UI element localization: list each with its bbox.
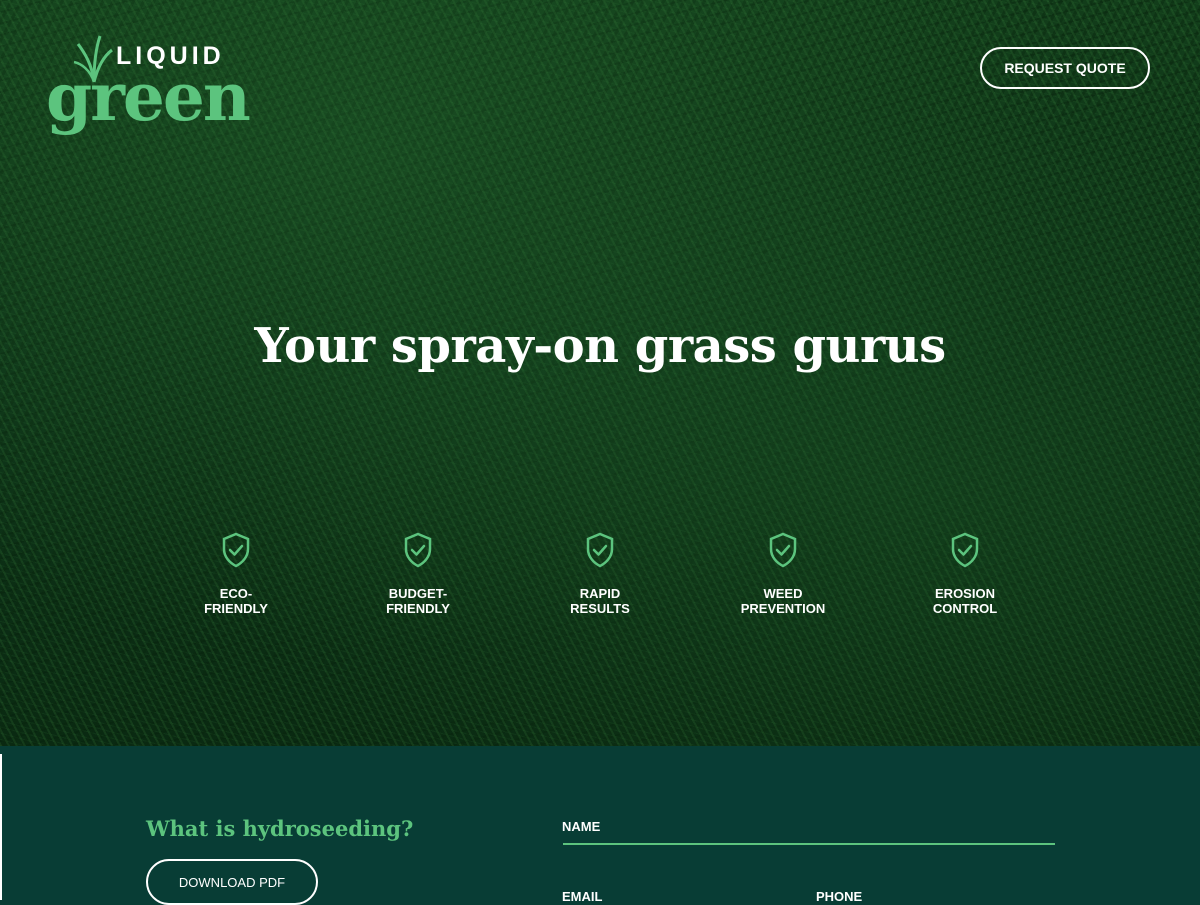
feature-budget-friendly: BUDGET- FRIENDLY	[348, 532, 488, 616]
feature-eco-friendly: ECO- FRIENDLY	[166, 532, 306, 616]
feature-weed-prevention: WEED PREVENTION	[713, 532, 853, 616]
phone-field-label: PHONE	[816, 889, 863, 904]
shield-check-icon	[404, 532, 432, 568]
liquid-green-logo[interactable]: LIQUID green	[46, 35, 276, 150]
feature-label: WEED PREVENTION	[740, 586, 826, 616]
hero-headline: Your spray-on grass gurus	[254, 318, 946, 374]
quote-section: What is hydroseeding? DOWNLOAD PDF NAME …	[0, 746, 1200, 905]
feature-rapid-results: RAPID RESULTS	[530, 532, 670, 616]
download-pdf-button[interactable]: DOWNLOAD PDF	[146, 859, 318, 905]
feature-label: EROSION CONTROL	[932, 586, 998, 616]
hydroseeding-title: What is hydroseeding?	[146, 816, 414, 841]
features-row: ECO- FRIENDLY BUDGET- FRIENDLY RAPID RES…	[0, 532, 1200, 632]
feature-label: BUDGET- FRIENDLY	[386, 586, 450, 616]
feature-label: ECO- FRIENDLY	[204, 586, 268, 616]
logo-word-green: green	[46, 58, 251, 136]
feature-erosion-control: EROSION CONTROL	[895, 532, 1035, 616]
shield-check-icon	[769, 532, 797, 568]
email-field-label: EMAIL	[562, 889, 603, 904]
shield-check-icon	[586, 532, 614, 568]
request-quote-button[interactable]: REQUEST QUOTE	[980, 47, 1150, 89]
shield-check-icon	[951, 532, 979, 568]
name-field-label: NAME	[562, 819, 601, 834]
feature-label: RAPID RESULTS	[570, 586, 630, 616]
hero-section: LIQUID green REQUEST QUOTE Your spray-on…	[0, 0, 1200, 746]
section-divider	[0, 754, 2, 900]
name-input[interactable]	[563, 843, 1055, 845]
shield-check-icon	[222, 532, 250, 568]
